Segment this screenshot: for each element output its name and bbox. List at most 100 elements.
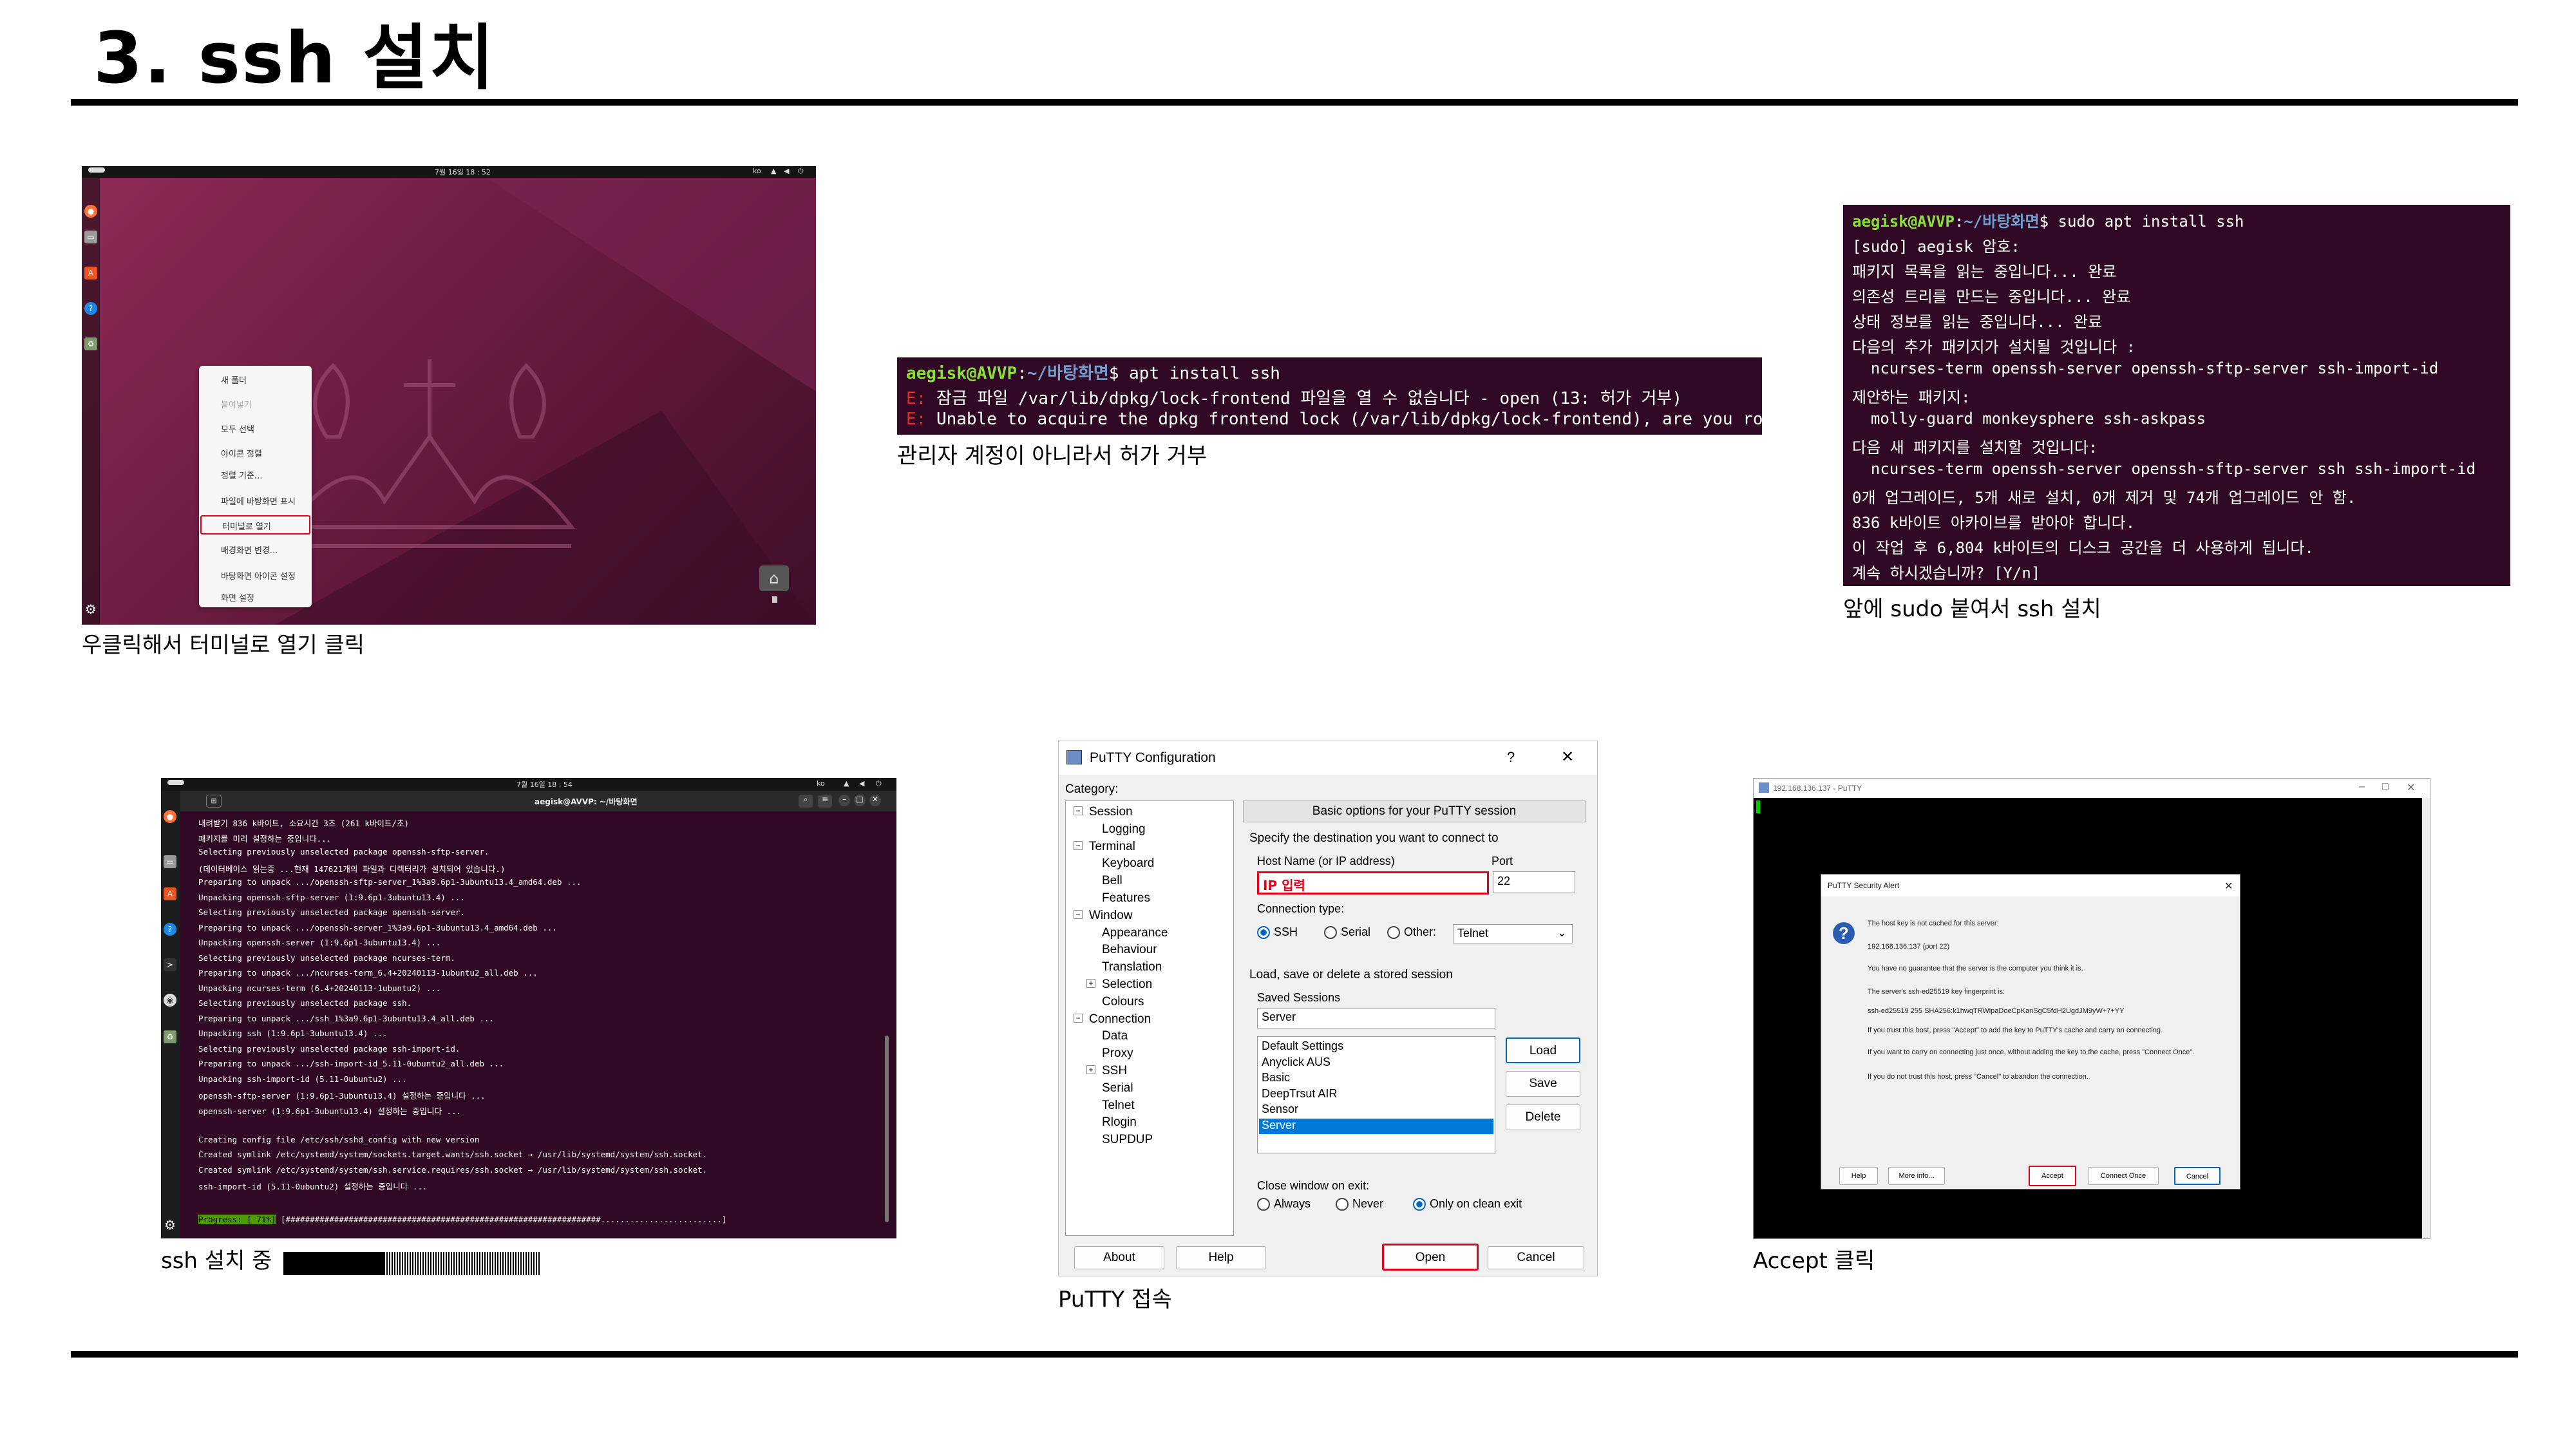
tree-item[interactable]: Appearance [1102,926,1168,940]
menu-arrange-icons[interactable]: 아이콘 정렬 [221,447,262,459]
activities-indicator[interactable] [88,167,105,173]
menu-sort-by[interactable]: 정렬 기준... [221,469,262,481]
radio-ssh[interactable]: SSH [1257,925,1298,940]
menu-new-folder[interactable]: 새 폴더 [221,374,247,386]
tree-item[interactable]: Selection [1102,978,1152,992]
terminal-icon[interactable]: > [164,958,176,971]
sessions-list[interactable]: Default Settings Anyclick AUS Basic DeepTrs… [1257,1036,1495,1153]
firefox-icon[interactable]: ● [164,810,176,823]
menu-paste[interactable]: 붙여넣기 [221,398,252,410]
more-info-button[interactable]: More info... [1888,1167,1945,1185]
maximize-icon[interactable]: □ [854,795,866,806]
new-tab-icon[interactable]: ⊞ [206,795,222,808]
open-button[interactable]: Open [1382,1244,1479,1271]
search-icon[interactable]: ⌕ [799,795,813,808]
power-icon[interactable]: ⏻ [876,779,882,788]
help-icon[interactable]: ? [164,923,176,936]
other-protocol-select[interactable]: Telnet ⌄ [1453,924,1573,943]
close-icon[interactable]: ✕ [1561,748,1574,766]
radio-never[interactable]: Never [1336,1197,1383,1211]
trash-icon[interactable]: ♻ [84,337,97,350]
delete-button[interactable]: Delete [1506,1104,1580,1130]
tree-item[interactable]: Colours [1102,995,1144,1009]
disc-icon[interactable]: ◉ [164,994,176,1007]
input-language[interactable]: ko [817,779,825,788]
files-icon[interactable]: ▭ [164,855,176,868]
help-button[interactable]: Help [1176,1246,1266,1269]
accept-button[interactable]: Accept [2029,1166,2076,1186]
tree-item[interactable]: Features [1102,891,1150,905]
menu-display-settings[interactable]: 화면 설정 [221,591,254,603]
session-item[interactable]: DeepTrsut AIR [1259,1087,1493,1103]
session-item[interactable]: Basic [1259,1071,1493,1086]
load-button[interactable]: Load [1506,1037,1580,1063]
help-button[interactable]: Help [1839,1167,1878,1185]
tree-item[interactable]: Serial [1102,1081,1133,1095]
menu-change-background[interactable]: 배경화면 변경... [221,544,278,556]
menu-desktop-icon-settings[interactable]: 바탕화면 아이콘 설정 [221,569,296,582]
trash-icon[interactable]: ♻ [164,1030,176,1043]
tree-item[interactable]: Proxy [1102,1046,1133,1061]
port-input[interactable]: 22 [1493,871,1575,893]
radio-serial[interactable]: Serial [1324,925,1370,940]
show-apps-icon[interactable]: ⚙ [84,603,97,616]
tree-expander-icon[interactable]: + [1086,979,1095,988]
menu-select-all[interactable]: 모두 선택 [221,422,254,435]
tree-item[interactable]: Rlogin [1102,1115,1137,1130]
app-center-icon[interactable]: A [84,267,97,279]
network-icon[interactable]: ▲ [844,779,849,788]
menu-icon[interactable]: ≡ [818,795,832,808]
help-icon[interactable]: ? [84,302,97,315]
minimize-icon[interactable]: – [2359,781,2365,793]
session-item[interactable]: Server [1259,1118,1493,1134]
close-icon[interactable]: ✕ [2407,781,2415,794]
putty-scrollbar[interactable] [2422,798,2430,1238]
minimize-icon[interactable]: – [838,795,850,806]
show-apps-icon[interactable]: ⚙ [164,1218,176,1231]
about-button[interactable]: About [1074,1246,1164,1269]
tree-item[interactable]: Session [1089,805,1133,819]
tree-item[interactable]: Logging [1102,822,1146,837]
tree-item[interactable]: Window [1089,909,1133,923]
tree-item[interactable]: Telnet [1102,1099,1135,1113]
tree-expander-icon[interactable]: − [1074,840,1083,850]
tree-item[interactable]: Data [1102,1029,1128,1043]
tree-item[interactable]: SSH [1102,1064,1127,1078]
radio-only-on-clean-exit[interactable]: Only on clean exit [1413,1197,1522,1211]
clock[interactable]: 7월 16일 18 : 52 [435,167,491,177]
saved-session-input[interactable]: Server [1257,1008,1495,1028]
clock[interactable]: 7월 16일 18 : 54 [516,779,573,790]
tree-item[interactable]: SUPDUP [1102,1133,1153,1147]
maximize-icon[interactable]: □ [2382,781,2389,793]
session-item[interactable]: Anyclick AUS [1259,1056,1493,1071]
tree-item[interactable]: Connection [1089,1012,1151,1027]
volume-icon[interactable]: ◀ [859,779,864,788]
home-folder-icon[interactable]: ⌂ [759,565,789,591]
menu-show-desktop-in-files[interactable]: 파일에 바탕화면 표시 [221,495,296,507]
save-button[interactable]: Save [1506,1071,1580,1097]
connect-once-button[interactable]: Connect Once [2088,1167,2159,1185]
tree-item[interactable]: Bell [1102,874,1122,888]
tree-item[interactable]: Behaviour [1102,943,1157,957]
firefox-icon[interactable]: ● [84,205,97,218]
menu-open-in-terminal[interactable]: 터미널로 열기 [200,515,310,535]
help-icon[interactable]: ? [1507,749,1515,766]
input-language[interactable]: ko [753,167,761,175]
files-icon[interactable]: ▭ [84,231,97,243]
close-icon[interactable]: ✕ [869,795,881,806]
network-icon[interactable]: ▲ [771,167,776,175]
activities-indicator[interactable] [167,780,184,785]
tree-expander-icon[interactable]: − [1074,806,1083,815]
session-item[interactable]: Default Settings [1259,1039,1493,1055]
close-icon[interactable]: ✕ [2224,880,2233,893]
app-center-icon[interactable]: A [164,887,176,900]
tree-item[interactable]: Terminal [1089,840,1135,854]
volume-icon[interactable]: ◀ [784,167,789,175]
tree-item[interactable]: Keyboard [1102,857,1154,871]
tree-expander-icon[interactable]: + [1086,1065,1095,1074]
session-item[interactable]: Sensor [1259,1103,1493,1118]
power-icon[interactable]: ⏻ [798,167,804,176]
tree-expander-icon[interactable]: − [1074,909,1083,919]
cancel-button[interactable]: Cancel [2174,1167,2221,1185]
cancel-button[interactable]: Cancel [1488,1246,1584,1269]
